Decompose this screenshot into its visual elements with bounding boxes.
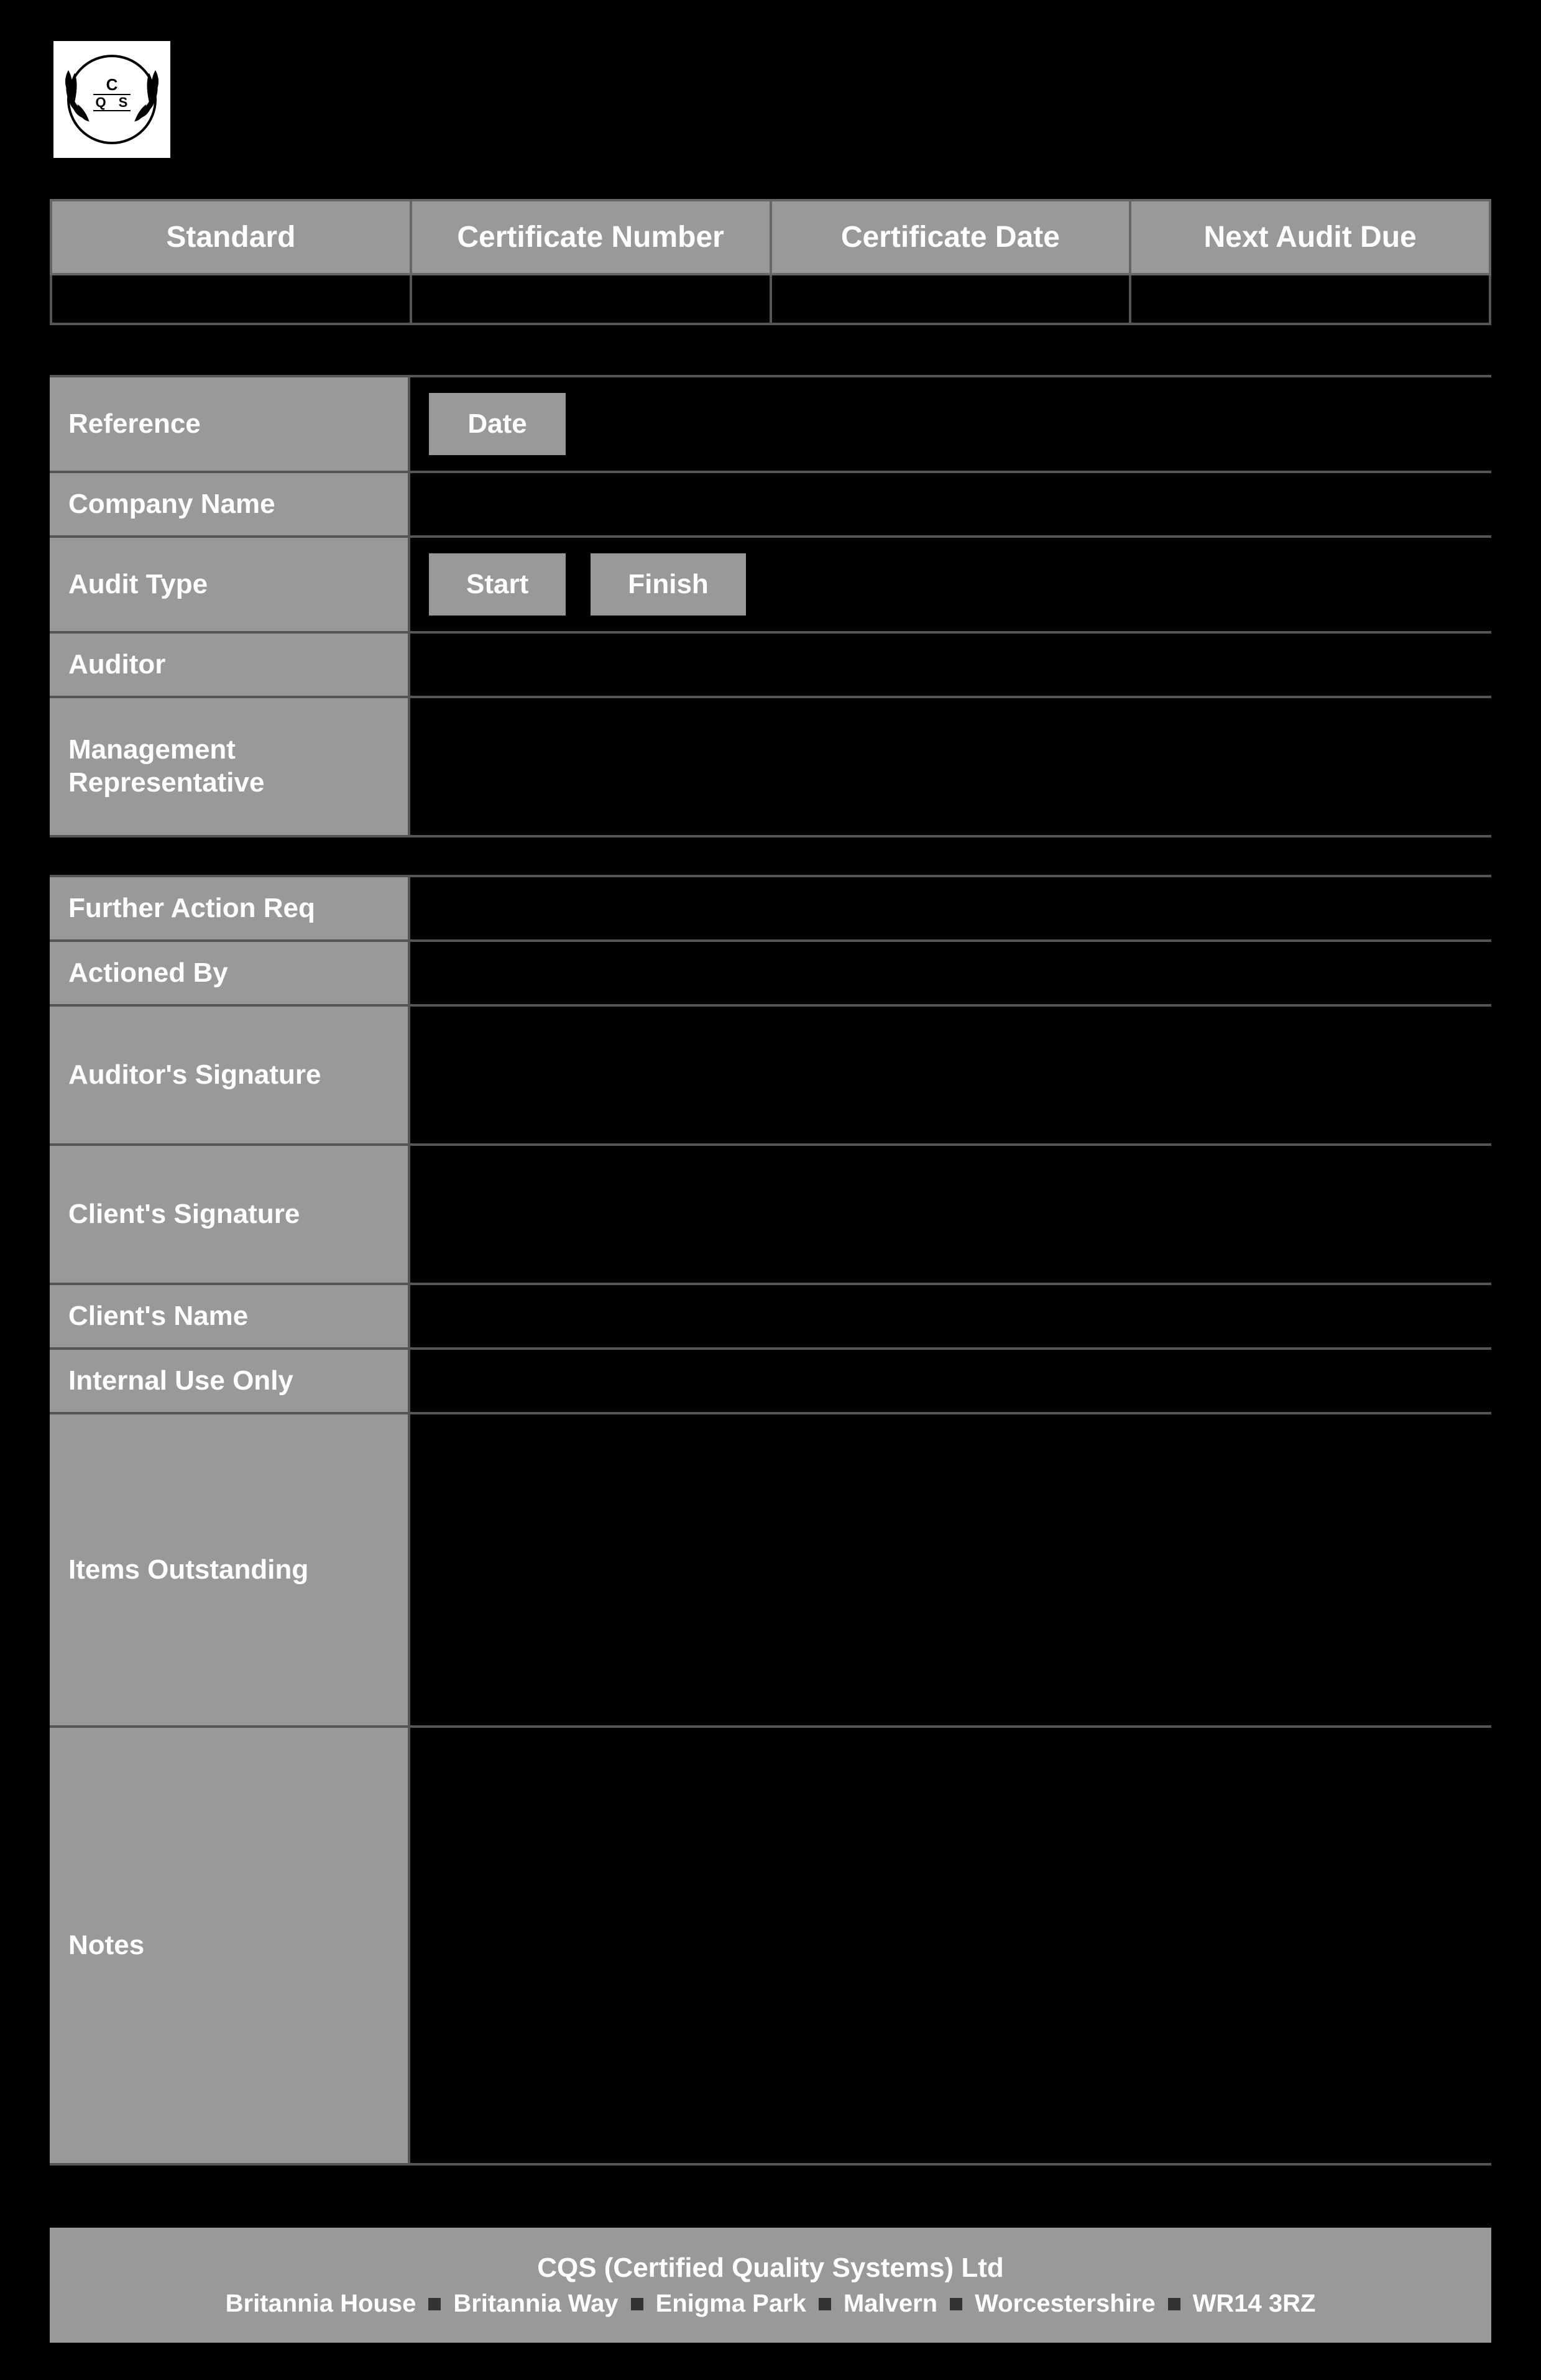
items-outstanding-row: Items Outstanding bbox=[50, 1414, 1491, 1728]
internal-use-label: Internal Use Only bbox=[50, 1350, 410, 1412]
audit-type-label: Audit Type bbox=[50, 538, 410, 631]
reference-value: Date bbox=[410, 377, 1491, 471]
further-action-value bbox=[410, 877, 1491, 939]
svg-text:C: C bbox=[106, 75, 118, 94]
section-gap-1 bbox=[50, 850, 1491, 875]
page: C Q S Standard Certificate Number Certif… bbox=[0, 0, 1541, 2380]
reference-row: Reference Date bbox=[50, 375, 1491, 473]
auditor-label: Auditor bbox=[50, 634, 410, 696]
internal-use-row: Internal Use Only bbox=[50, 1350, 1491, 1414]
footer-part-1: Britannia House bbox=[226, 2290, 416, 2318]
auditors-signature-label: Auditor's Signature bbox=[50, 1007, 410, 1143]
footer-part-3: Enigma Park bbox=[656, 2290, 806, 2318]
reference-label: Reference bbox=[50, 377, 410, 471]
clients-signature-label: Client's Signature bbox=[50, 1146, 410, 1283]
footer-sep-1 bbox=[428, 2298, 441, 2310]
auditors-signature-value bbox=[410, 1007, 1491, 1143]
footer-sep-3 bbox=[819, 2298, 831, 2310]
clients-name-value bbox=[410, 1285, 1491, 1347]
footer-part-4: Malvern bbox=[844, 2290, 937, 2318]
management-rep-row: Management Representative bbox=[50, 698, 1491, 837]
management-rep-label: Management Representative bbox=[50, 698, 410, 835]
footer-part-5: Worcestershire bbox=[975, 2290, 1156, 2318]
header-standard: Standard bbox=[51, 200, 411, 274]
date-box: Date bbox=[429, 393, 566, 455]
auditor-value bbox=[410, 634, 1491, 696]
main-content: Reference Date Company Name Audit Type S… bbox=[50, 375, 1491, 2343]
audit-type-row: Audit Type Start Finish bbox=[50, 538, 1491, 634]
items-outstanding-label: Items Outstanding bbox=[50, 1414, 410, 1725]
logo: C Q S bbox=[50, 37, 174, 162]
audit-type-value: Start Finish bbox=[410, 538, 1491, 631]
clients-name-row: Client's Name bbox=[50, 1285, 1491, 1350]
actioned-by-value bbox=[410, 942, 1491, 1004]
footer-part-2: Britannia Way bbox=[453, 2290, 618, 2318]
further-action-label: Further Action Req bbox=[50, 877, 410, 939]
notes-row: Notes bbox=[50, 1728, 1491, 2166]
notes-value bbox=[410, 1728, 1491, 2163]
clients-name-label: Client's Name bbox=[50, 1285, 410, 1347]
clients-signature-row: Client's Signature bbox=[50, 1146, 1491, 1285]
finish-box: Finish bbox=[591, 553, 746, 616]
clients-signature-value bbox=[410, 1146, 1491, 1283]
notes-label: Notes bbox=[50, 1728, 410, 2163]
start-box: Start bbox=[429, 553, 566, 616]
auditor-row: Auditor bbox=[50, 634, 1491, 698]
header-next-audit-due: Next Audit Due bbox=[1130, 200, 1490, 274]
logo-svg: C Q S bbox=[56, 44, 168, 155]
management-rep-value bbox=[410, 698, 1491, 835]
fields-section-top: Reference Date Company Name Audit Type S… bbox=[50, 375, 1491, 837]
auditors-signature-row: Auditor's Signature bbox=[50, 1007, 1491, 1146]
spacer bbox=[50, 2178, 1491, 2228]
header-table: Standard Certificate Number Certificate … bbox=[50, 199, 1491, 325]
logo-area: C Q S bbox=[50, 37, 174, 162]
company-name-value bbox=[410, 473, 1491, 535]
further-action-row: Further Action Req bbox=[50, 875, 1491, 942]
svg-text:Q: Q bbox=[95, 95, 106, 110]
company-name-label: Company Name bbox=[50, 473, 410, 535]
footer-part-6: WR14 3RZ bbox=[1193, 2290, 1316, 2318]
internal-use-value bbox=[410, 1350, 1491, 1412]
footer: CQS (Certified Quality Systems) Ltd Brit… bbox=[50, 2228, 1491, 2343]
company-name-row: Company Name bbox=[50, 473, 1491, 538]
items-outstanding-value bbox=[410, 1414, 1491, 1725]
svg-text:S: S bbox=[119, 95, 128, 110]
footer-sep-2 bbox=[631, 2298, 643, 2310]
actioned-by-label: Actioned By bbox=[50, 942, 410, 1004]
footer-sep-5 bbox=[1168, 2298, 1180, 2310]
footer-address: Britannia House Britannia Way Enigma Par… bbox=[87, 2290, 1454, 2318]
footer-sep-4 bbox=[950, 2298, 962, 2310]
actioned-by-row: Actioned By bbox=[50, 942, 1491, 1007]
fields-section-bottom: Further Action Req Actioned By Auditor's… bbox=[50, 875, 1491, 2166]
header-certificate-number: Certificate Number bbox=[411, 200, 771, 274]
footer-company-name: CQS (Certified Quality Systems) Ltd bbox=[87, 2253, 1454, 2284]
header-certificate-date: Certificate Date bbox=[771, 200, 1131, 274]
